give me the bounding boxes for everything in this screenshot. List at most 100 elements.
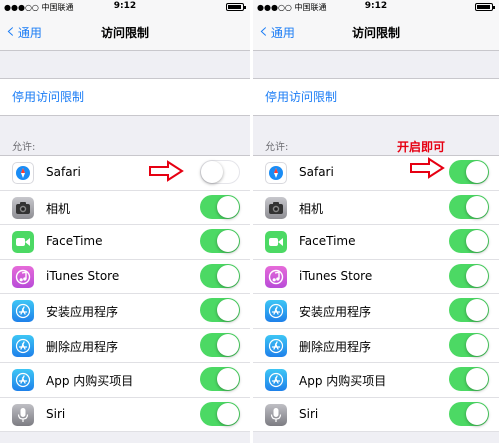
row-label: FaceTime (46, 234, 103, 248)
toggle-switch[interactable] (200, 229, 240, 253)
toggle-switch[interactable] (200, 160, 240, 184)
battery-icon (226, 3, 246, 11)
toggle-switch[interactable] (449, 298, 489, 322)
app-store-icon (12, 300, 34, 322)
page-title: 访问限制 (351, 26, 400, 40)
camera-icon (12, 196, 34, 219)
toggle-switch[interactable] (449, 263, 489, 288)
list-item: 相机 (253, 191, 499, 225)
facetime-icon (12, 231, 34, 253)
toggle-knob (466, 230, 488, 252)
toggle-knob (217, 299, 239, 321)
row-label: App 内购买项目 (299, 374, 387, 388)
row-label: 相机 (46, 201, 71, 216)
disable-restrictions-button[interactable]: 停用访问限制 (12, 88, 84, 105)
toggle-knob (466, 264, 488, 287)
app-store-icon (12, 334, 34, 357)
app-store-icon (265, 369, 287, 391)
safari-icon (12, 162, 34, 184)
row-label: Siri (299, 406, 319, 421)
disable-restrictions-button[interactable]: 停用访问限制 (265, 88, 337, 105)
allow-list: Safari 相机 FaceTime iTunes Store 安装应用程序 删除应用程序… (253, 155, 499, 432)
toggle-switch[interactable] (449, 332, 489, 357)
red-arrow-annotation (410, 157, 445, 179)
allow-list: Safari 相机 FaceTime iTunes Store 安装应用程序 删除应用程序… (0, 155, 250, 432)
toggle-knob (466, 161, 488, 183)
battery-icon (475, 3, 495, 11)
toggle-switch[interactable] (200, 401, 240, 426)
toggle-knob (217, 402, 239, 425)
toggle-switch[interactable] (200, 263, 240, 288)
page-title: 访问限制 (100, 26, 149, 40)
toggle-switch[interactable] (449, 401, 489, 426)
list-item: FaceTime (253, 225, 499, 260)
toggle-switch[interactable] (200, 194, 240, 219)
screen-before: ●●●○○ 中国联通 9:12 ‹ 通用 访问限制 停用访问限制 允许: Saf… (0, 0, 250, 443)
nav-bar: ‹ 通用 访问限制 (0, 14, 250, 51)
row-label: 安装应用程序 (299, 305, 372, 319)
red-arrow-annotation (149, 160, 184, 182)
siri-icon (12, 403, 34, 426)
toggle-knob (217, 230, 239, 252)
nav-bar: ‹ 通用 访问限制 (253, 14, 499, 51)
status-time: 9:12 (364, 1, 388, 11)
toggle-knob (466, 368, 488, 390)
allow-section-header: 允许: (265, 142, 289, 153)
status-bar: ●●●○○ 中国联通 9:12 (253, 0, 499, 14)
row-label: FaceTime (299, 234, 356, 248)
list-item: FaceTime (0, 225, 250, 260)
list-item: App 内购买项目 (0, 363, 250, 398)
list-item: 相机 (0, 191, 250, 225)
toggle-knob (466, 299, 488, 321)
list-item: 删除应用程序 (0, 329, 250, 363)
row-label: 删除应用程序 (46, 339, 119, 354)
toggle-switch[interactable] (449, 194, 489, 219)
app-store-icon (12, 369, 34, 391)
app-store-icon (265, 334, 287, 357)
toggle-knob (466, 402, 488, 425)
annotation-text: 开启即可 (397, 140, 446, 154)
row-label: Safari (46, 165, 81, 179)
facetime-icon (265, 231, 287, 253)
itunes-store-icon (12, 265, 34, 288)
row-label: 安装应用程序 (46, 305, 119, 319)
row-label: Safari (299, 165, 334, 179)
row-label: App 内购买项目 (46, 374, 134, 388)
toggle-knob (217, 333, 239, 356)
itunes-store-icon (265, 265, 287, 288)
disable-restrictions-row[interactable]: 停用访问限制 (253, 78, 499, 116)
toggle-switch[interactable] (449, 229, 489, 253)
toggle-switch[interactable] (449, 367, 489, 391)
toggle-knob (217, 368, 239, 390)
row-label: iTunes Store (46, 268, 120, 283)
toggle-knob (217, 195, 239, 218)
toggle-switch[interactable] (449, 160, 489, 184)
screen-after: ●●●○○ 中国联通 9:12 ‹ 通用 访问限制 停用访问限制 允许: 开启即… (253, 0, 499, 443)
list-item: Safari (0, 156, 250, 191)
toggle-knob (466, 195, 488, 218)
row-label: 相机 (299, 201, 324, 216)
toggle-switch[interactable] (200, 298, 240, 322)
toggle-knob (201, 161, 223, 183)
list-item: iTunes Store (0, 260, 250, 294)
row-label: 删除应用程序 (299, 339, 372, 354)
list-item: Safari (253, 156, 499, 191)
status-time: 9:12 (113, 1, 137, 11)
camera-icon (265, 196, 287, 219)
list-item: iTunes Store (253, 260, 499, 294)
allow-section-header: 允许: (12, 142, 36, 153)
disable-restrictions-row[interactable]: 停用访问限制 (0, 78, 250, 116)
row-label: iTunes Store (299, 268, 373, 283)
list-item: App 内购买项目 (253, 363, 499, 398)
toggle-switch[interactable] (200, 367, 240, 391)
app-store-icon (265, 300, 287, 322)
status-bar: ●●●○○ 中国联通 9:12 (0, 0, 250, 14)
row-label: Siri (46, 406, 66, 421)
siri-icon (265, 403, 287, 426)
list-item: 安装应用程序 (0, 294, 250, 329)
toggle-switch[interactable] (200, 332, 240, 357)
list-item: 安装应用程序 (253, 294, 499, 329)
list-item: Siri (0, 398, 250, 432)
toggle-knob (217, 264, 239, 287)
list-item: 删除应用程序 (253, 329, 499, 363)
